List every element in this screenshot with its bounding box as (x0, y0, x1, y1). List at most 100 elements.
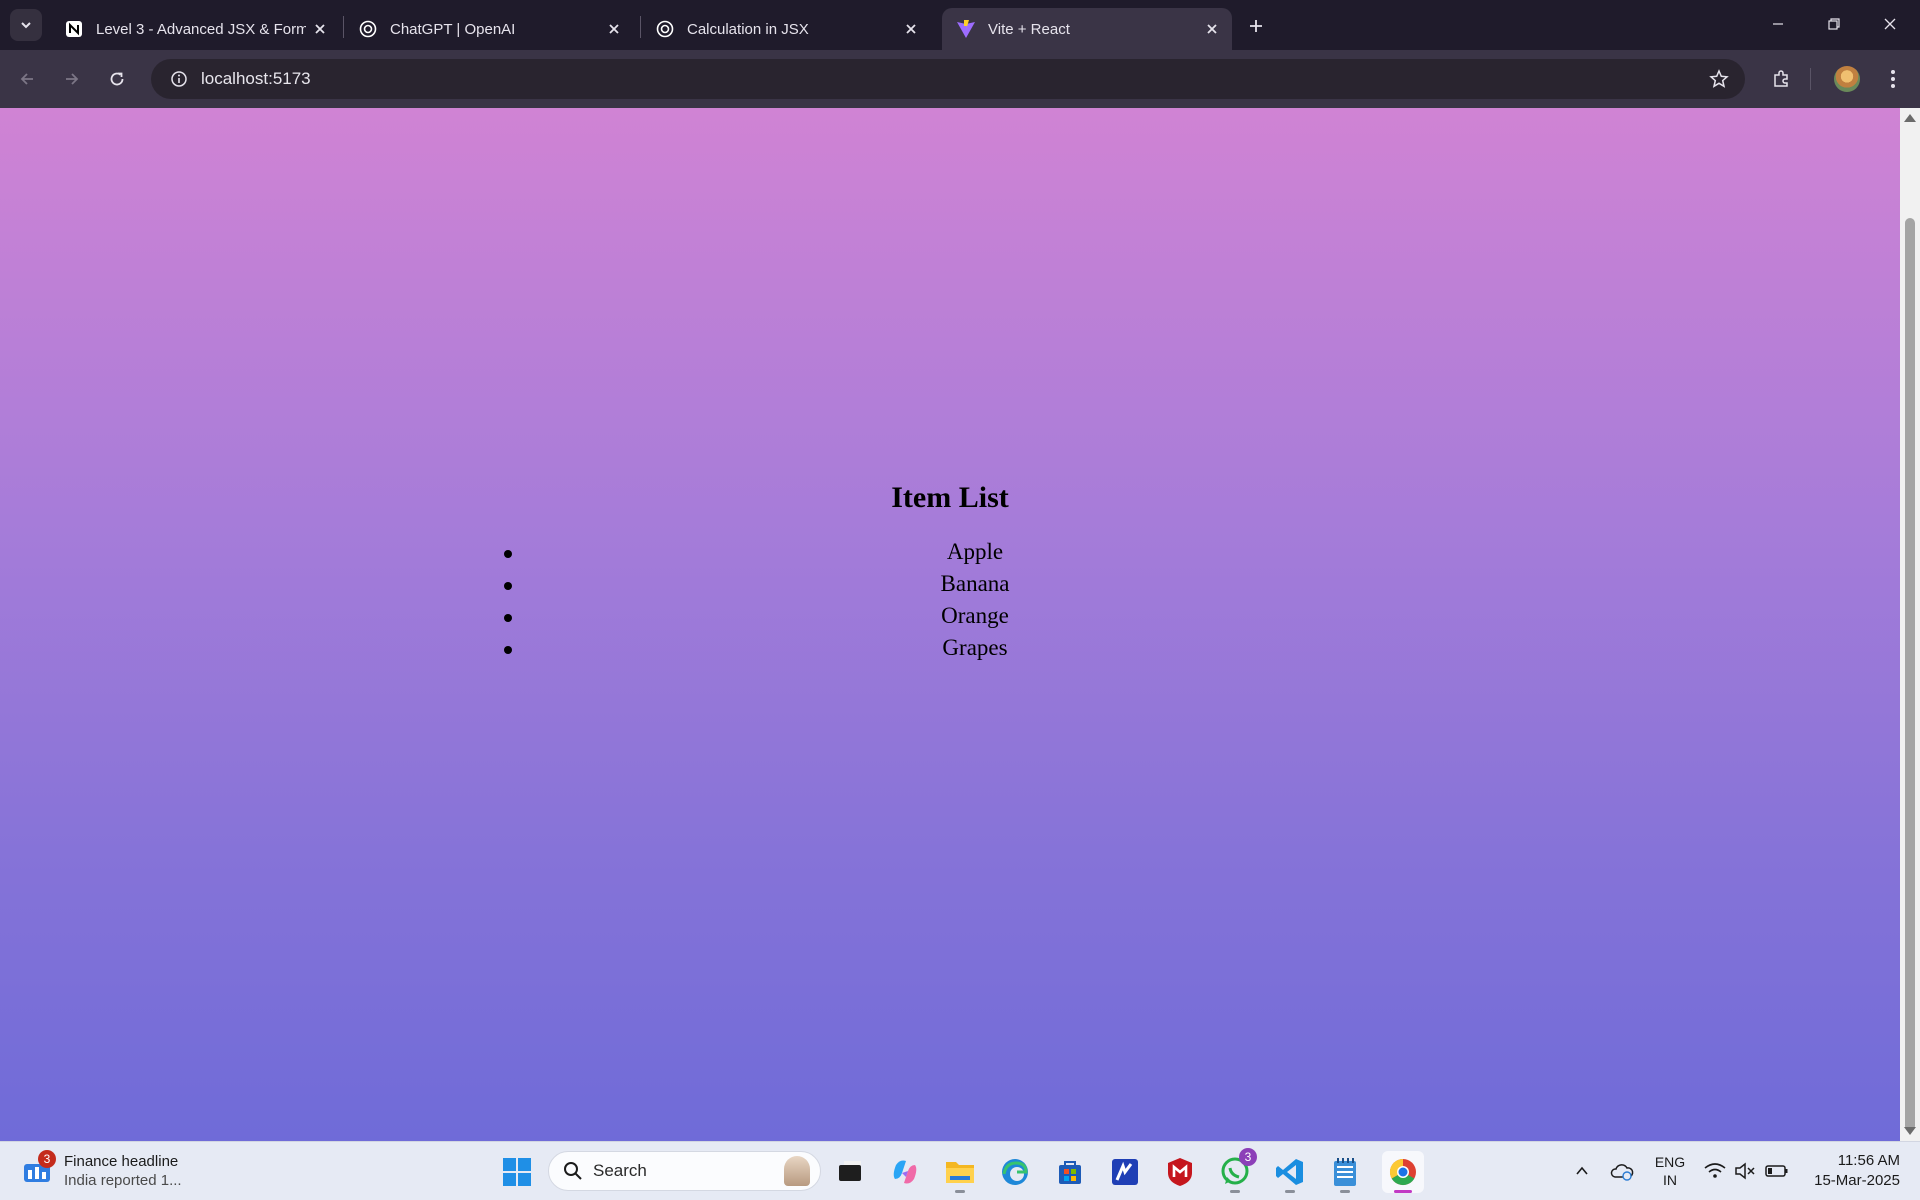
notification-badge: 3 (38, 1150, 56, 1168)
app-button[interactable] (1104, 1151, 1146, 1193)
tab-title: Calculation in JSX (687, 20, 809, 38)
reload-icon (110, 72, 124, 86)
mcafee-button[interactable] (1159, 1151, 1201, 1193)
region-code: IN (1663, 1172, 1677, 1188)
close-tab-icon[interactable] (1198, 15, 1226, 43)
minimize-button[interactable] (1750, 0, 1806, 48)
tab-calculation[interactable]: Calculation in JSX (641, 8, 931, 50)
scroll-up-arrow-icon[interactable] (1904, 114, 1916, 122)
close-icon (1884, 18, 1896, 30)
bookmark-star-icon[interactable] (1707, 67, 1731, 91)
whatsapp-button[interactable]: 3 (1214, 1148, 1257, 1193)
running-indicator (1340, 1190, 1350, 1193)
cloud-sync-icon (1610, 1164, 1634, 1181)
scroll-down-arrow-icon[interactable] (1904, 1127, 1916, 1135)
mcafee-shield-icon (1168, 1158, 1192, 1186)
browser-menu-button[interactable] (1875, 61, 1911, 97)
edge-button[interactable] (994, 1151, 1036, 1193)
list-item-label: Banana (940, 571, 1010, 596)
task-view-icon (839, 1161, 861, 1181)
tab-level3[interactable]: Level 3 - Advanced JSX & Form (50, 8, 340, 50)
onedrive-tray-button[interactable] (1605, 1142, 1639, 1200)
running-indicator (1285, 1190, 1295, 1193)
arrow-right-icon (66, 73, 79, 85)
item-list: Apple Banana Orange Grapes (500, 536, 1450, 664)
bing-highlight-icon (784, 1156, 810, 1186)
forward-button[interactable] (54, 61, 90, 97)
profile-button[interactable] (1829, 61, 1865, 97)
language-indicator[interactable]: ENG IN (1645, 1142, 1695, 1200)
openai-icon (655, 19, 675, 39)
site-info-icon[interactable] (159, 59, 199, 99)
toolbar-divider (1810, 68, 1811, 90)
list-item: Banana (500, 568, 1450, 600)
page-viewport: Item List Apple Banana Orange Grapes (0, 108, 1900, 1141)
page-scrollbar[interactable] (1900, 108, 1920, 1141)
openai-icon (358, 19, 378, 39)
list-item-label: Grapes (942, 635, 1008, 660)
widget-subtitle: India reported 1... (64, 1172, 182, 1189)
list-item: Grapes (500, 632, 1450, 664)
copilot-button[interactable] (884, 1151, 926, 1193)
extensions-button[interactable] (1763, 61, 1799, 97)
close-tab-icon[interactable] (897, 15, 925, 43)
taskbar-search[interactable]: Search (548, 1151, 821, 1191)
close-window-button[interactable] (1862, 0, 1918, 48)
running-indicator (1230, 1190, 1240, 1193)
wifi-tray-button[interactable] (1700, 1142, 1730, 1200)
tab-title: Level 3 - Advanced JSX & Form (96, 20, 306, 38)
tab-title: ChatGPT | OpenAI (390, 20, 516, 38)
windows-logo-icon (503, 1158, 531, 1186)
vscode-icon (1276, 1159, 1303, 1185)
show-hidden-icons-button[interactable] (1567, 1142, 1597, 1200)
restore-button[interactable] (1806, 0, 1862, 48)
folder-icon (946, 1162, 974, 1183)
chrome-button[interactable] (1382, 1151, 1424, 1193)
bullet-icon (504, 614, 512, 622)
volume-tray-button[interactable] (1730, 1142, 1760, 1200)
address-text[interactable]: localhost:5173 (201, 69, 311, 89)
system-clock[interactable]: 11:56 AM 15-Mar-2025 (1800, 1151, 1900, 1191)
back-button[interactable] (9, 61, 45, 97)
tab-vite-react[interactable]: Vite + React (942, 8, 1232, 50)
store-button[interactable] (1049, 1151, 1091, 1193)
search-icon (564, 1162, 582, 1180)
notepad-icon (1334, 1158, 1356, 1186)
puzzle-icon (1774, 70, 1788, 87)
task-view-button[interactable] (829, 1151, 871, 1193)
notepad-button[interactable] (1324, 1151, 1366, 1193)
address-bar[interactable]: localhost:5173 (151, 59, 1745, 99)
search-placeholder: Search (593, 1161, 647, 1180)
start-button[interactable] (496, 1151, 538, 1193)
file-explorer-button[interactable] (939, 1151, 981, 1193)
battery-tray-button[interactable] (1762, 1142, 1792, 1200)
tab-title: Vite + React (988, 20, 1070, 38)
notification-badge: 3 (1239, 1148, 1257, 1166)
close-tab-icon[interactable] (600, 15, 628, 43)
list-item: Orange (500, 600, 1450, 632)
arrow-left-icon (20, 73, 33, 85)
minimize-icon (1773, 23, 1783, 25)
finance-widget-icon: 3 (22, 1150, 56, 1186)
vscode-button[interactable] (1269, 1151, 1311, 1193)
edge-icon (1002, 1159, 1028, 1185)
reload-button[interactable] (99, 61, 135, 97)
close-tab-icon[interactable] (306, 15, 334, 43)
tab-search-button[interactable] (10, 9, 42, 41)
language-code: ENG (1654, 1154, 1686, 1170)
bullet-icon (504, 646, 512, 654)
bullet-icon (504, 550, 512, 558)
chevron-down-icon (21, 22, 31, 29)
new-tab-button[interactable] (1240, 10, 1272, 42)
tab-chatgpt[interactable]: ChatGPT | OpenAI (344, 8, 634, 50)
restore-icon (1828, 18, 1840, 30)
running-indicator (1394, 1190, 1412, 1193)
browser-toolbar: localhost:5173 (0, 50, 1920, 108)
volume-muted-icon (1735, 1162, 1755, 1180)
vite-icon (956, 19, 976, 39)
store-icon (1059, 1161, 1081, 1184)
more-vertical-icon (1891, 70, 1895, 88)
chevron-up-icon (1576, 1166, 1588, 1175)
scrollbar-thumb[interactable] (1905, 218, 1915, 1131)
news-widget[interactable]: 3 Finance headline India reported 1... (22, 1150, 182, 1190)
